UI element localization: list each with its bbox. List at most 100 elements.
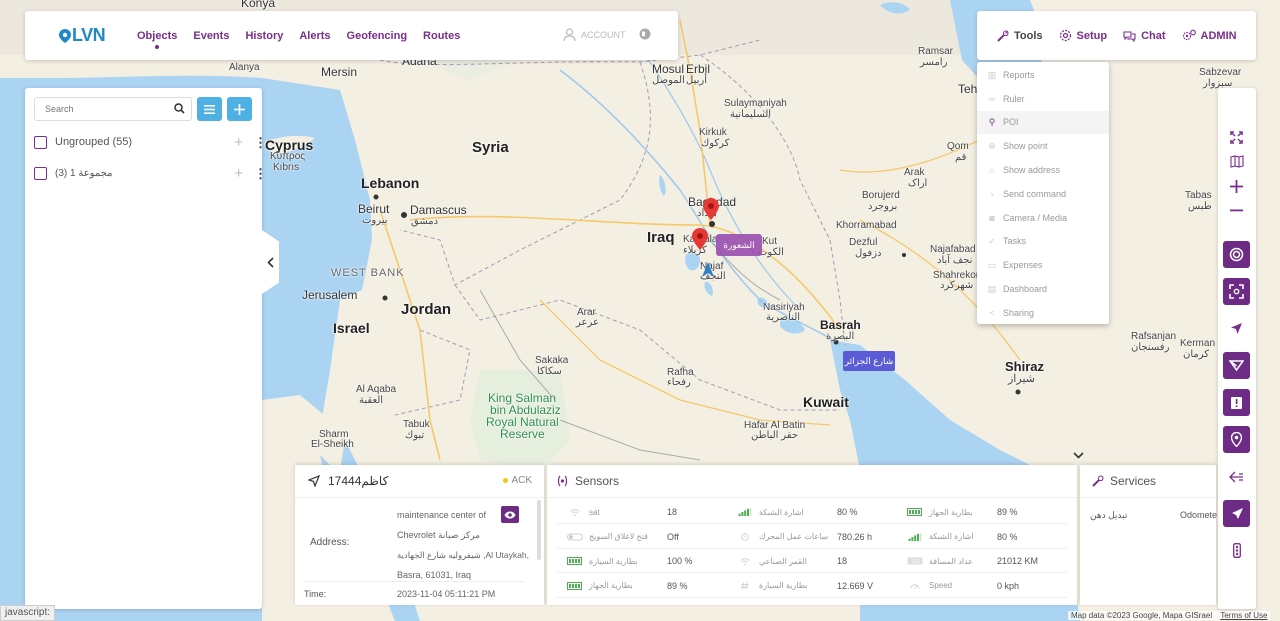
group-checkbox[interactable]: [34, 166, 47, 180]
list-menu-button[interactable]: [197, 97, 222, 121]
map-layers-button[interactable]: [1223, 148, 1250, 175]
map-label: دمشق: [411, 216, 439, 227]
terms-link[interactable]: Terms of Use: [1220, 611, 1267, 620]
sensors-title: Sensors: [575, 474, 620, 488]
poi-toggle-button[interactable]: [1223, 426, 1250, 453]
more-vertical-icon[interactable]: ⋮: [254, 167, 267, 180]
hash-icon: [737, 582, 759, 590]
map-label: قم: [955, 152, 967, 163]
fullscreen-button[interactable]: [1223, 124, 1250, 151]
sensor-name: اشارة الشبكة: [759, 507, 804, 517]
menu-item-ruler[interactable]: ═ Ruler: [977, 87, 1109, 111]
menu-item-expenses[interactable]: ▭ Expenses: [977, 253, 1109, 277]
rocket-icon: [1231, 507, 1243, 519]
sensor-value: 780.26 h: [837, 531, 873, 542]
nav-geofencing[interactable]: Geofencing: [347, 30, 408, 42]
speed-icon: [907, 582, 929, 590]
menu-item-poi[interactable]: ⚲ POI: [977, 110, 1109, 135]
menu-item-reports[interactable]: ▥ Reports: [977, 63, 1109, 87]
live-tracking-button[interactable]: [1223, 241, 1250, 268]
map-label: الناصرية: [766, 312, 801, 323]
sensor-cell: القمر الصناعي 18: [737, 549, 897, 573]
add-icon[interactable]: +: [234, 166, 243, 181]
menu-item-show-point[interactable]: ⊕ Show point: [977, 134, 1109, 158]
chat-button[interactable]: Chat: [1123, 30, 1166, 42]
map-label: بيروت: [362, 215, 388, 226]
group-row[interactable]: مجموعة 1 (3) + ⋮: [34, 164, 267, 182]
nav-objects[interactable]: Objects: [137, 30, 177, 49]
map-pin-icon[interactable]: [692, 228, 708, 250]
map-tag-label[interactable]: شارع الجزائر: [843, 351, 895, 371]
menu-item-show-address[interactable]: ⌂ Show address: [977, 158, 1109, 182]
group-row[interactable]: Ungrouped (55) + ⋮: [34, 133, 267, 151]
search-icon[interactable]: [174, 103, 185, 114]
tools-toolbar: Tools Setup Chat ADMIN: [977, 11, 1256, 60]
app-logo[interactable]: LVN: [59, 25, 137, 46]
globe-icon[interactable]: [639, 28, 651, 40]
setup-button[interactable]: Setup: [1059, 29, 1107, 42]
map-label: Jerusalem: [302, 288, 358, 302]
svg-text:123: 123: [911, 559, 920, 565]
address-line: Chevrolet مركز صيانة: [397, 530, 480, 540]
group-checkbox[interactable]: [34, 135, 47, 149]
traffic-light-button[interactable]: [1223, 537, 1250, 564]
chevron-left-icon: [267, 256, 274, 268]
scrollbar[interactable]: [537, 500, 541, 560]
admin-label: ADMIN: [1200, 29, 1237, 42]
sensor-row: بطارية السيارة 100 % القمر الصناعي 18 123 عدا…: [557, 549, 1067, 573]
zoom-in-button[interactable]: [1223, 173, 1250, 200]
more-vertical-icon[interactable]: ⋮: [254, 136, 267, 149]
admin-button[interactable]: ADMIN: [1182, 29, 1237, 42]
map-label: Najafabad: [930, 244, 976, 255]
add-object-button[interactable]: [227, 97, 252, 121]
menu-item-tasks[interactable]: ✓ Tasks: [977, 230, 1109, 254]
map-label: طبس: [1188, 201, 1212, 212]
map-label: Basrah: [820, 318, 861, 332]
menu-item-send-command[interactable]: › Send command: [977, 182, 1109, 206]
map-tag-label[interactable]: الشعورة: [716, 234, 762, 256]
sensor-name: بطارية السيارة: [759, 581, 808, 590]
nav-events[interactable]: Events: [193, 30, 229, 42]
map-pin-icon[interactable]: [703, 198, 719, 220]
top-navbar: LVN Objects Events History Alerts Geofen…: [25, 11, 678, 60]
fit-objects-button[interactable]: [1223, 278, 1250, 305]
tools-button[interactable]: Tools: [997, 30, 1043, 42]
chevron-right-icon: ›: [990, 188, 994, 199]
history-toggle-button[interactable]: [1223, 463, 1250, 490]
nav-routes[interactable]: Routes: [423, 30, 460, 42]
menu-item-label: POI: [1003, 117, 1019, 128]
sensor-cell: بطارية السيارة 12.669 V: [737, 574, 897, 598]
account-button[interactable]: ACCOUNT: [563, 28, 626, 41]
show-on-map-button[interactable]: [501, 506, 519, 523]
menu-item-camera-media[interactable]: ◙ Camera / Media: [977, 206, 1109, 230]
signal-bars-icon: [737, 508, 759, 516]
sensor-value: 18: [667, 507, 678, 517]
map-label: Alanya: [229, 62, 260, 73]
alerts-toggle-button[interactable]: [1223, 389, 1250, 416]
search-input[interactable]: [35, 98, 165, 120]
map-label: اراک: [908, 178, 928, 189]
map-label: رامسر: [920, 57, 948, 68]
vehicle-marker-icon[interactable]: [702, 262, 714, 277]
collapse-bottom-button[interactable]: [1068, 448, 1088, 462]
sensor-value: 18: [837, 556, 848, 566]
menu-item-label: Reports: [1003, 69, 1035, 80]
time-label: Time:: [304, 589, 327, 599]
routes-toggle-button[interactable]: [1223, 352, 1250, 379]
traffic-light-icon: [1232, 543, 1241, 558]
attribution-text: Map data ©2023 Google, Mapa GISrael: [1071, 611, 1213, 620]
sensor-value: 89 %: [997, 507, 1018, 517]
add-icon[interactable]: +: [234, 135, 243, 150]
map-label: Erbil: [686, 62, 711, 76]
nav-history[interactable]: History: [245, 30, 283, 42]
directions-button[interactable]: [1223, 500, 1250, 527]
navigation-button[interactable]: [1223, 315, 1250, 342]
menu-item-sharing[interactable]: < Sharing: [977, 301, 1109, 325]
zoom-out-button[interactable]: [1223, 197, 1250, 224]
camera-icon: ◙: [989, 212, 995, 223]
service-name: تبديل دهن: [1090, 510, 1128, 520]
ignition-icon: [567, 533, 589, 541]
ack-status[interactable]: ACK: [503, 475, 532, 486]
menu-item-dashboard[interactable]: ▤ Dashboard: [977, 277, 1109, 301]
nav-alerts[interactable]: Alerts: [299, 30, 330, 42]
